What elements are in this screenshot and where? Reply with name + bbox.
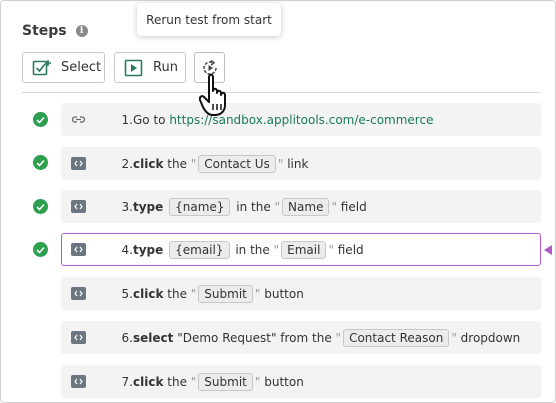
step-number: 4.: [121, 242, 133, 257]
variable-chip: {name}: [169, 197, 231, 216]
select-button[interactable]: Select: [22, 52, 105, 83]
step-keyword: select: [133, 330, 174, 345]
run-button[interactable]: Run: [114, 52, 186, 83]
step-text: click the " Submit " button: [133, 372, 304, 391]
quote-mark: ": [190, 156, 197, 171]
step-keyword: type: [133, 242, 164, 257]
step-keyword: click: [133, 156, 164, 171]
step-row[interactable]: 7. click the " Submit " button: [61, 365, 541, 398]
step-connector: the: [163, 374, 191, 389]
step-prefix: Go to: [133, 112, 170, 127]
step-suffix: field: [333, 242, 364, 257]
element-chip: Submit: [198, 284, 253, 303]
variable-chip: {email}: [169, 240, 230, 259]
code-icon: [71, 157, 86, 170]
quote-mark: ": [274, 199, 281, 214]
code-icon: [71, 331, 86, 344]
step-number: 1.: [121, 112, 133, 127]
step-connector: the: [163, 286, 191, 301]
step-number: 6.: [121, 330, 133, 345]
step-suffix: field: [336, 199, 367, 214]
link-icon: [71, 116, 86, 123]
tooltip-text: Rerun test from start: [146, 12, 272, 27]
steps-header: Steps i: [22, 23, 88, 39]
status-passed-icon: [33, 112, 48, 127]
step-row[interactable]: 6. select "Demo Request" from the " Conta…: [61, 321, 541, 354]
step-suffix: button: [260, 286, 304, 301]
toolbar-divider: [22, 92, 541, 93]
play-icon: [124, 59, 143, 76]
step-number: 3.: [121, 199, 133, 214]
step-number: 5.: [121, 286, 133, 301]
element-chip: Contact Reason: [343, 328, 450, 347]
step-number: 7.: [121, 374, 133, 389]
run-label: Run: [153, 60, 178, 75]
current-step-marker: [544, 245, 552, 255]
step-keyword: click: [133, 286, 164, 301]
step-text: type {email} in the " Email " field: [133, 240, 364, 259]
element-chip: Submit: [198, 372, 253, 391]
step-text: type {name} in the " Name " field: [133, 197, 367, 216]
step-row-active[interactable]: 4. type {email} in the " Email " field: [61, 233, 541, 266]
step-row[interactable]: 3. type {name} in the " Name " field: [61, 190, 541, 223]
step-row[interactable]: 2. click the " Contact Us " link: [61, 147, 541, 180]
step-text: click the " Submit " button: [133, 284, 304, 303]
step-suffix: button: [260, 374, 304, 389]
status-passed-icon: [33, 199, 48, 214]
hand-pointer-cursor-icon: [199, 73, 226, 116]
element-chip: Name: [282, 197, 330, 216]
code-icon: [71, 287, 86, 300]
quote-mark: ": [190, 286, 197, 301]
step-connector: in the: [231, 242, 274, 257]
step-keyword: click: [133, 374, 164, 389]
status-passed-icon: [33, 242, 48, 257]
quote-mark: ": [335, 330, 342, 345]
step-text: select "Demo Request" from the " Contact …: [133, 328, 521, 347]
step-suffix: dropdown: [456, 330, 521, 345]
select-label: Select: [61, 60, 102, 75]
element-chip: Contact Us: [198, 154, 276, 173]
rerun-tooltip: Rerun test from start: [137, 3, 281, 36]
step-connector: "Demo Request" from the: [173, 330, 336, 345]
step-text: click the " Contact Us " link: [133, 154, 309, 173]
info-icon[interactable]: i: [75, 25, 88, 37]
step-number: 2.: [121, 156, 133, 171]
step-row[interactable]: 5. click the " Submit " button: [61, 277, 541, 310]
quote-mark: ": [273, 242, 280, 257]
step-row[interactable]: 1. Go to https://sandbox.applitools.com/…: [61, 103, 541, 136]
page-title: Steps: [22, 23, 67, 39]
step-connector: the: [163, 156, 191, 171]
code-icon: [71, 375, 86, 388]
status-passed-icon: [33, 155, 48, 170]
code-icon: [71, 243, 86, 256]
quote-mark: ": [190, 374, 197, 389]
step-text: Go to https://sandbox.applitools.com/e-c…: [133, 113, 433, 127]
code-icon: [71, 200, 86, 213]
step-keyword: type: [133, 199, 164, 214]
select-icon: [32, 59, 51, 75]
step-suffix: link: [283, 156, 309, 171]
step-connector: in the: [232, 199, 275, 214]
element-chip: Email: [281, 240, 327, 259]
steps-panel: Steps i Rerun test from start Select Run: [0, 0, 556, 403]
